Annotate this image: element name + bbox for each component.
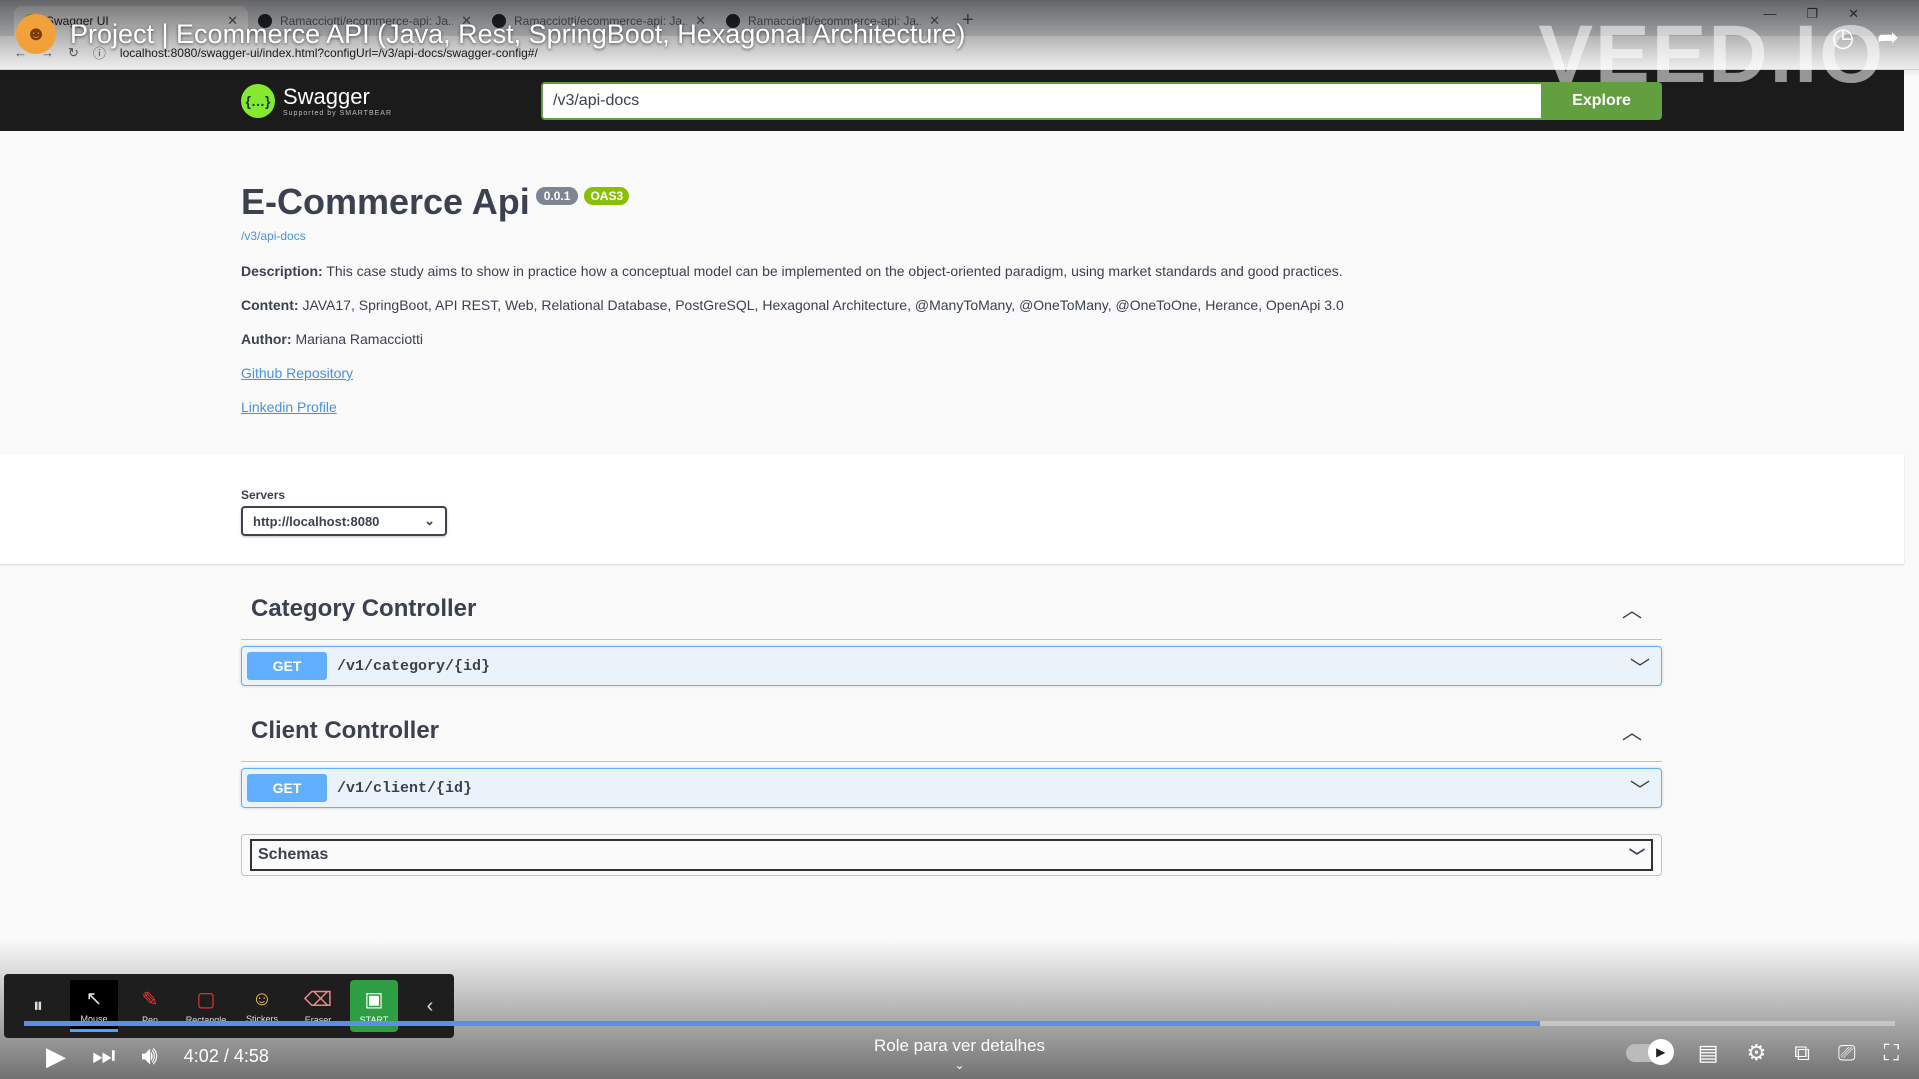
chevron-up-icon[interactable]: ︿ [1622,716,1642,745]
description-text: This case study aims to show in practice… [326,263,1343,279]
eraser-icon: ⌫ [303,989,333,1011]
swagger-logo-icon: {…} [241,83,275,118]
tag-header-client[interactable]: Client Controller ︿ [241,700,1662,762]
content: Content: JAVA17, SpringBoot, API REST, W… [241,297,1904,313]
chevron-down-icon: ⌄ [424,513,435,528]
author-text: Mariana Ramacciotti [295,331,424,347]
content-label: Content: [241,297,299,313]
endpoint-path: /v1/client/{id} [337,779,473,797]
version-badge: 0.0.1 [535,187,579,205]
opblock-get-client[interactable]: GET /v1/client/{id} ﹀ [241,768,1662,808]
player-right-controls: ▤ ⚙ ⧉ ⎚ ⛶ [1625,1039,1899,1066]
cast-icon[interactable]: ⎚ [1838,1040,1856,1066]
api-title: E-Commerce Api [241,181,530,222]
description-label: Description: [241,263,323,279]
method-badge: GET [247,652,327,680]
smiley-icon: ☺ [251,988,273,1010]
exit-fullscreen-icon[interactable]: ⛶ [1884,1040,1899,1066]
chevron-up-icon[interactable]: ︿ [1622,594,1642,623]
swagger-logo[interactable]: {…} Swagger Supported by SMARTBEAR [241,83,541,118]
api-docs-link[interactable]: /v3/api-docs [241,229,1904,243]
pen-icon: ✎ [141,989,159,1011]
swagger-brand-sub: Supported by SMARTBEAR [283,110,393,117]
pause-icon: ⏸ [33,994,43,1017]
api-info: E-Commerce Api 0.0.1 OAS3 /v3/api-docs D… [0,131,1904,454]
github-repository-link[interactable]: Github Repository [241,365,1904,381]
servers-selected-value: http://localhost:8080 [253,513,380,529]
api-title-row: E-Commerce Api 0.0.1 OAS3 [241,181,1904,223]
progress-fill [24,1021,1540,1026]
oas-badge: OAS3 [584,187,630,205]
video-title[interactable]: Project | Ecommerce API (Java, Rest, Spr… [70,19,965,50]
schemas-section[interactable]: Schemas ﹀ [241,834,1662,876]
cursor-icon: ↖ [85,987,103,1010]
endpoint-path: /v1/category/{id} [337,657,491,675]
linkedin-profile-link[interactable]: Linkedin Profile [241,399,1904,415]
screen: { "browser": { "tabs": [ {"label": "Swag… [0,0,1919,1079]
method-badge: GET [247,774,327,802]
channel-avatar[interactable]: ☻ [16,14,56,54]
record-icon: ▣ [364,989,384,1011]
swagger-brand: Swagger [283,84,370,109]
servers-section: Servers http://localhost:8080 ⌄ [0,454,1904,564]
rectangle-icon: ▢ [196,989,216,1011]
api-url-input[interactable] [541,81,1541,120]
opblock-get-category[interactable]: GET /v1/category/{id} ﹀ [241,646,1662,686]
drawing-toolbar: ⏸ ↖ Mouse ✎ Pen ▢ Rectangle ☺ Stickers ⌫ Eras… [4,974,454,1038]
schemas-header[interactable]: Schemas ﹀ [250,839,1653,871]
tag-header-category[interactable]: Category Controller ︿ [241,578,1662,640]
share-icon[interactable]: ➦ [1869,18,1907,56]
chevron-down-icon[interactable]: ﹀ [1629,843,1645,867]
operations: Category Controller ︿ GET /v1/category/{… [241,578,1662,822]
watch-later-icon[interactable]: ◷ [1824,18,1862,56]
autoplay-toggle[interactable] [1625,1039,1674,1065]
progress-bar[interactable] [24,1021,1895,1026]
author-label: Author: [241,331,292,347]
scroll-details-label: Role para ver detalhes [873,1036,1046,1055]
schemas-label: Schemas [258,846,329,863]
chevron-down-icon[interactable]: ﹀ [1630,774,1656,803]
content-text: JAVA17, SpringBoot, API REST, Web, Relat… [302,297,1344,313]
chevron-left-icon: ‹ [426,994,434,1017]
tag-title: Client Controller [251,716,440,744]
author: Author: Mariana Ramacciotti [241,331,1904,347]
servers-label: Servers [241,488,286,502]
description: Description: This case study aims to sho… [241,263,1904,279]
tag-title: Category Controller [251,594,477,622]
servers-select[interactable]: http://localhost:8080 ⌄ [241,506,447,536]
chevron-down-icon[interactable]: ﹀ [1630,652,1656,681]
settings-gear-icon[interactable]: ⚙ [1747,1040,1767,1066]
miniplayer-icon[interactable]: ⧉ [1794,1040,1810,1066]
subtitles-icon[interactable]: ▤ [1698,1040,1719,1066]
